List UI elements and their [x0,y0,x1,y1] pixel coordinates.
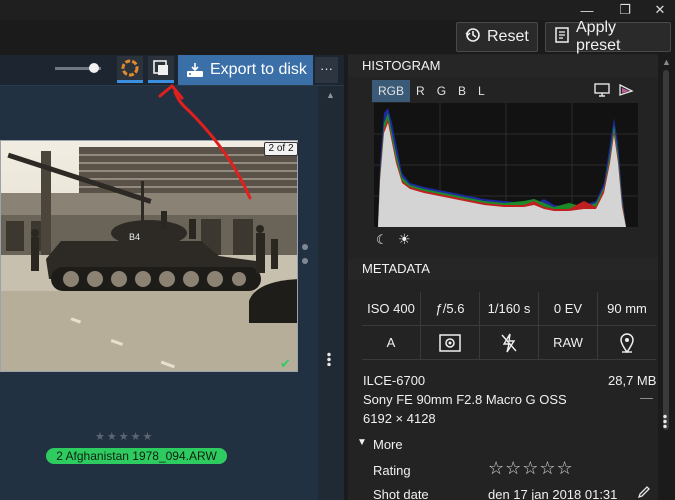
minimize-icon[interactable]: — [570,0,604,20]
reset-label: Reset [487,28,529,45]
more-section-toggle[interactable]: More [373,437,403,452]
lens-extra: — [640,390,653,405]
image-counter-badge: 2 of 2 [264,142,298,156]
sun-icon[interactable]: ☀ [398,231,411,248]
export-more-button[interactable]: ··· [315,57,338,83]
rating-stars[interactable]: ★★★★★ [95,430,154,443]
panel-resize-handle[interactable] [663,414,667,428]
picked-check-icon: ✔ [280,356,291,371]
focal-length-value: 90 mm [598,292,656,326]
location-pin-icon[interactable] [598,326,656,360]
monitor-icon[interactable] [594,83,610,102]
export-label: Export to disk [210,61,307,78]
color-wheel-icon [121,59,139,77]
rating-label: Rating [373,463,411,478]
histogram-graph [374,103,638,227]
scroll-up-icon[interactable]: ▲ [662,57,671,67]
scrollbar-thumb[interactable] [663,70,669,430]
zoom-slider-handle[interactable] [89,63,99,73]
history-icon [465,27,481,48]
histogram-tabs: RGB R G B L [372,80,491,102]
metering-icon [421,326,480,360]
scroll-up-icon[interactable]: ▲ [326,90,335,100]
tab-b[interactable]: B [452,80,472,102]
image-dimensions: 6192 × 4128 [363,411,436,426]
lens-model: Sony FE 90mm F2.8 Macro G OSS [363,392,567,407]
before-after-button[interactable] [148,56,174,83]
filename-label: 2 Afghanistan 1978_094.ARW [46,448,227,464]
close-icon[interactable]: ✕ [643,0,675,20]
rating-stars-input[interactable]: ☆☆☆☆☆ [488,458,574,479]
exif-grid: ISO 400 ƒ/5.6 1/160 s 0 EV 90 mm A RAW [362,292,656,360]
format-value: RAW [539,326,598,360]
camera-model: ILCE-6700 [363,373,426,388]
export-to-disk-button[interactable]: Export to disk [178,55,313,85]
pager-dot[interactable] [302,244,308,250]
gamut-icon[interactable] [618,83,634,102]
preset-icon [554,26,570,49]
moon-icon[interactable]: ☾ [376,232,388,248]
before-after-icon [153,60,168,75]
tab-r[interactable]: R [410,80,431,102]
pager-dot[interactable] [302,258,308,264]
expand-triangle-icon[interactable]: ▼ [357,437,367,448]
aperture-value: ƒ/5.6 [421,292,480,326]
svg-text:B4: B4 [129,232,140,242]
mode-value: A [362,326,421,360]
shot-date-value: den 17 jan 2018 01:31 [488,487,618,500]
viewer-side-strip [318,86,344,500]
apply-preset-label: Apply preset [576,19,621,54]
tab-l[interactable]: L [472,80,491,102]
annotation-arrow [158,83,252,200]
edit-pencil-icon[interactable] [637,485,651,500]
metadata-header[interactable]: METADATA [348,258,658,280]
reset-button[interactable]: Reset [456,22,538,52]
apply-preset-button[interactable]: Apply preset [545,19,671,54]
color-wheel-button[interactable] [117,56,143,83]
iso-value: ISO 400 [362,292,421,326]
restore-icon[interactable]: ❐ [608,0,642,20]
tab-g[interactable]: G [431,80,452,102]
panel-resize-handle[interactable] [327,352,331,366]
export-icon [187,63,203,77]
exposure-value: 0 EV [539,292,598,326]
shot-date-label: Shot date [373,487,429,500]
shutter-value: 1/160 s [480,292,539,326]
tab-rgb[interactable]: RGB [372,80,411,102]
file-size: 28,7 MB [608,373,657,388]
histogram-header[interactable]: HISTOGRAM [348,55,658,77]
flash-off-icon [480,326,539,360]
